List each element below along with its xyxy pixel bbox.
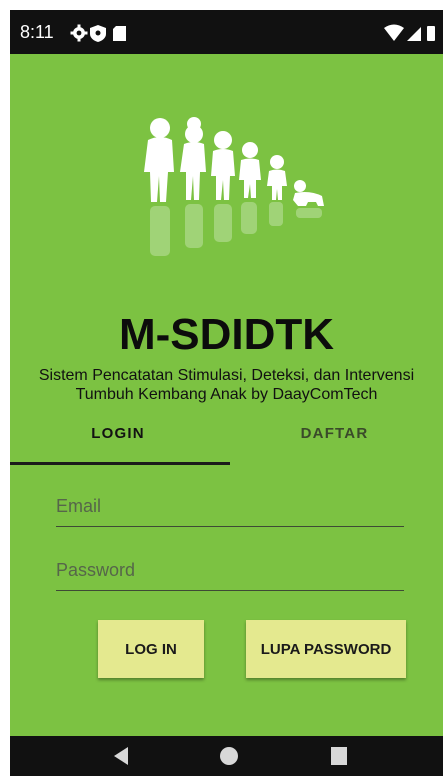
- login-button[interactable]: LOG IN: [98, 620, 204, 678]
- password-field[interactable]: [56, 550, 404, 591]
- status-icons-right: [383, 24, 437, 47]
- subtitle-line: Tumbuh Kembang Anak by DaayComTech: [75, 386, 378, 403]
- home-icon[interactable]: [219, 746, 239, 766]
- subtitle-line: Sistem Pencatatan Stimulasi, Deteksi, da…: [38, 367, 415, 384]
- app-subtitle: Sistem Pencatatan Stimulasi, Deteksi, da…: [10, 366, 443, 404]
- status-bar: 8:11: [10, 10, 443, 54]
- wifi-icon: [384, 24, 404, 41]
- phone-screen: 8:11 M-SDIDTK Sistem Pencatatan Stimulas…: [10, 10, 443, 776]
- gear-icon: [70, 24, 88, 42]
- tab-daftar[interactable]: DAFTAR: [226, 425, 443, 442]
- children-growth-logo: [144, 117, 324, 256]
- recents-icon[interactable]: [330, 746, 348, 766]
- signal-icon: [407, 27, 421, 41]
- forgot-password-button[interactable]: LUPA PASSWORD: [246, 620, 406, 678]
- tab-indicator: [10, 462, 230, 465]
- status-time: 8:11: [20, 22, 54, 42]
- navigation-bar: [10, 736, 443, 776]
- status-icons-left: [70, 24, 150, 47]
- app-title: M-SDIDTK: [118, 310, 335, 359]
- tab-login[interactable]: LOGIN: [10, 425, 226, 442]
- tab-bar: LOGIN DAFTAR: [10, 415, 443, 465]
- back-icon[interactable]: [112, 746, 130, 766]
- sd-card-icon: [113, 26, 126, 41]
- email-field[interactable]: [56, 486, 404, 527]
- battery-icon: [427, 26, 435, 41]
- shield-icon: [90, 25, 106, 42]
